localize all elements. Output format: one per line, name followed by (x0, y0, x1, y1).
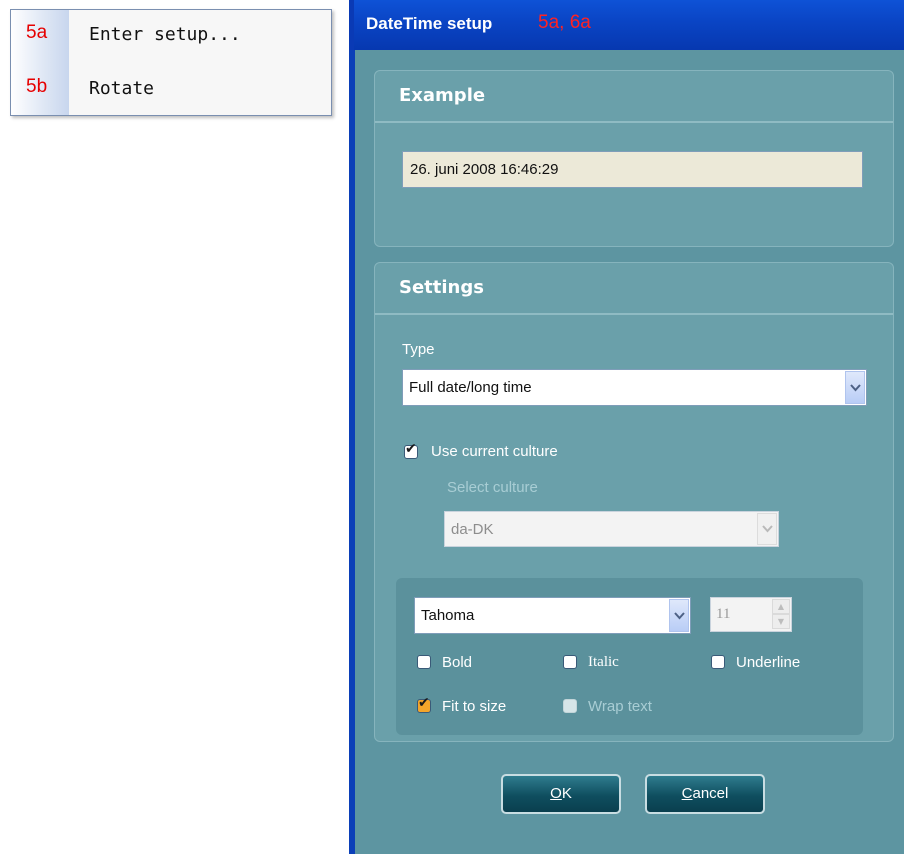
ok-mnemonic: O (550, 785, 562, 802)
menu-item-label: Enter setup... (89, 24, 241, 45)
fit-to-size-label: Fit to size (442, 698, 507, 715)
example-preview-field: 26. juni 2008 16:46:29 (402, 151, 863, 188)
chevron-up-icon: ▲ (772, 599, 790, 614)
menu-item-rotate[interactable]: 5b Rotate (11, 68, 331, 108)
settings-panel: Settings Type Full date/long time Use cu… (374, 262, 894, 742)
culture-dropdown: da-DK (444, 511, 779, 547)
italic-checkbox[interactable] (563, 655, 577, 669)
chevron-down-icon[interactable] (669, 599, 689, 632)
chevron-down-icon (757, 513, 777, 545)
menu-item-enter-setup[interactable]: 5a Enter setup... (11, 14, 331, 54)
title-bar[interactable]: DateTime setup 5a, 6a (349, 0, 904, 50)
cancel-button[interactable]: Cancel (645, 774, 765, 814)
culture-value: da-DK (451, 521, 494, 538)
datetime-setup-dialog: DateTime setup 5a, 6a Example 26. juni 2… (349, 0, 904, 854)
menu-item-number: 5b (26, 76, 48, 97)
wrap-text-checkbox (563, 699, 577, 713)
font-dropdown[interactable]: Tahoma (414, 597, 691, 634)
use-current-culture-label: Use current culture (431, 443, 558, 460)
menu-item-label: Rotate (89, 78, 155, 99)
dialog-title: DateTime setup (366, 14, 493, 33)
settings-heading: Settings (399, 277, 484, 298)
select-culture-label: Select culture (447, 479, 538, 496)
ok-button[interactable]: OK (501, 774, 621, 814)
font-value: Tahoma (421, 607, 475, 624)
example-header: Example (375, 71, 893, 123)
annotation-label: 5a, 6a (538, 12, 591, 33)
cancel-label: ancel (692, 785, 729, 802)
context-menu: 5a Enter setup... 5b Rotate (10, 9, 332, 116)
wrap-text-label: Wrap text (588, 698, 652, 715)
fit-to-size-checkbox[interactable] (417, 695, 431, 713)
menu-item-number: 5a (26, 22, 48, 43)
underline-label: Underline (736, 654, 801, 671)
type-dropdown[interactable]: Full date/long time (402, 369, 867, 406)
ok-label: K (561, 785, 572, 802)
example-heading: Example (399, 85, 486, 106)
cancel-mnemonic: C (681, 785, 693, 802)
bold-label: Bold (442, 654, 473, 671)
bold-checkbox[interactable] (417, 655, 431, 669)
example-panel: Example 26. juni 2008 16:46:29 (374, 70, 894, 247)
type-label: Type (402, 341, 435, 358)
font-size-value: 11 (716, 606, 731, 622)
window-border (349, 50, 355, 854)
use-current-culture-checkbox[interactable] (404, 441, 418, 459)
italic-label: Italic (588, 654, 619, 670)
example-value: 26. juni 2008 16:46:29 (410, 161, 559, 178)
underline-checkbox[interactable] (711, 655, 725, 669)
type-value: Full date/long time (409, 379, 532, 396)
chevron-down-icon: ▼ (772, 614, 790, 629)
settings-header: Settings (375, 263, 893, 315)
chevron-down-icon[interactable] (845, 371, 865, 404)
font-size-stepper: 11 ▲ ▼ (710, 597, 792, 632)
